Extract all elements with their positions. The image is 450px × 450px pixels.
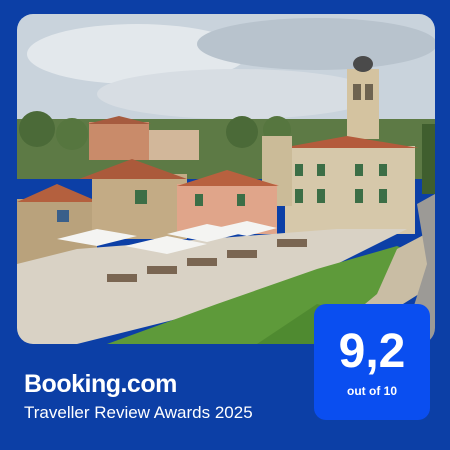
rating-badge: 9,2 out of 10	[314, 304, 430, 420]
hotel-photo	[17, 14, 435, 344]
rating-score: 9,2	[338, 325, 406, 378]
award-title: Traveller Review Awards 2025	[24, 403, 253, 422]
rating-scale: out of 10	[347, 384, 397, 398]
booking-logo: Booking.com	[24, 370, 177, 398]
award-card: Booking.com Traveller Review Awards 2025…	[0, 0, 450, 450]
